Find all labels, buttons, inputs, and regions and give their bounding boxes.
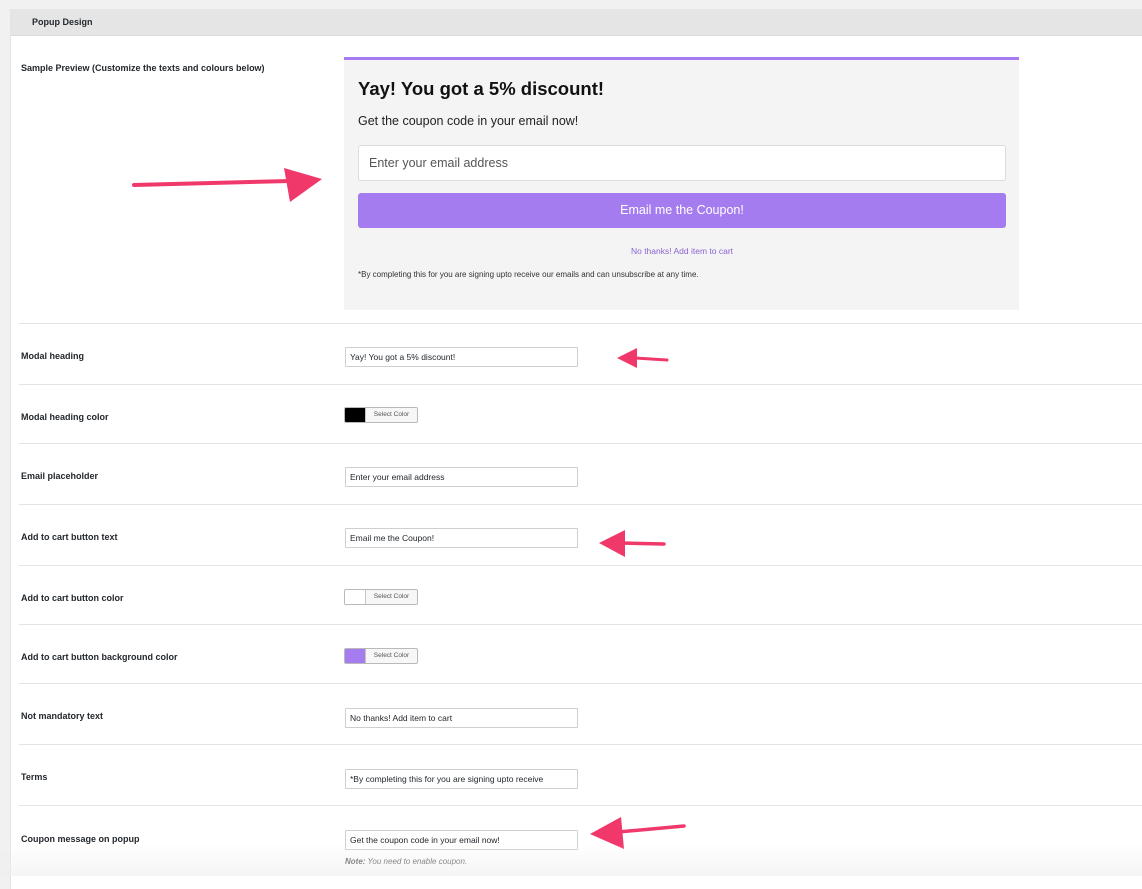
annotation-arrow-icon [132,168,322,202]
divider [19,323,1142,324]
popup-design-panel: Popup Design Sample Preview (Customize t… [10,9,1142,889]
select-color-button[interactable]: Select Color [366,408,417,422]
preview-no-thanks-link[interactable]: No thanks! Add item to cart [358,246,1006,256]
preview-email-input[interactable] [358,145,1006,181]
cart-button-bg-color-swatch [345,649,366,663]
terms-input[interactable] [345,769,578,789]
cart-button-color-label: Add to cart button color [21,593,124,603]
divider [19,624,1142,625]
email-placeholder-input[interactable] [345,467,578,487]
preview-heading: Yay! You got a 5% discount! [358,78,605,99]
divider [19,384,1142,385]
divider [19,805,1142,806]
coupon-message-input[interactable] [345,830,578,850]
select-color-button[interactable]: Select Color [366,590,417,604]
note-text: You need to enable coupon. [367,857,468,866]
panel-title: Popup Design [32,17,93,27]
preview-terms-text: *By completing this for you are signing … [358,270,699,279]
divider [19,683,1142,684]
modal-heading-color-label: Modal heading color [21,412,109,422]
divider [19,744,1142,745]
annotation-arrow-icon [590,817,686,849]
divider [19,443,1142,444]
not-mandatory-text-input[interactable] [345,708,578,728]
modal-heading-input[interactable] [345,347,578,367]
preview-subtext: Get the coupon code in your email now! [358,114,579,128]
terms-label: Terms [21,772,48,782]
divider [19,565,1142,566]
cart-button-text-input[interactable] [345,528,578,548]
cart-button-text-label: Add to cart button text [21,532,118,542]
select-color-button[interactable]: Select Color [366,649,417,663]
annotation-arrow-icon [599,530,666,557]
modal-heading-label: Modal heading [21,351,84,361]
panel-header: Popup Design [11,9,1142,36]
coupon-message-label: Coupon message on popup [21,834,140,844]
coupon-note: Note: You need to enable coupon. [345,857,467,866]
cart-button-bg-color-label: Add to cart button background color [21,652,178,662]
sample-preview-label: Sample Preview (Customize the texts and … [21,63,265,73]
cart-button-bg-color-picker[interactable]: Select Color [344,648,418,664]
not-mandatory-text-label: Not mandatory text [21,711,104,721]
preview-email-coupon-button[interactable]: Email me the Coupon! [358,193,1006,228]
cart-button-color-swatch [345,590,366,604]
email-placeholder-label: Email placeholder [21,471,99,481]
modal-heading-color-swatch [345,408,366,422]
modal-heading-color-picker[interactable]: Select Color [344,407,418,423]
popup-preview: Yay! You got a 5% discount! Get the coup… [344,57,1019,310]
annotation-arrow-icon [617,348,669,368]
note-prefix: Note: [345,857,366,866]
cart-button-color-picker[interactable]: Select Color [344,589,418,605]
divider [19,504,1142,505]
